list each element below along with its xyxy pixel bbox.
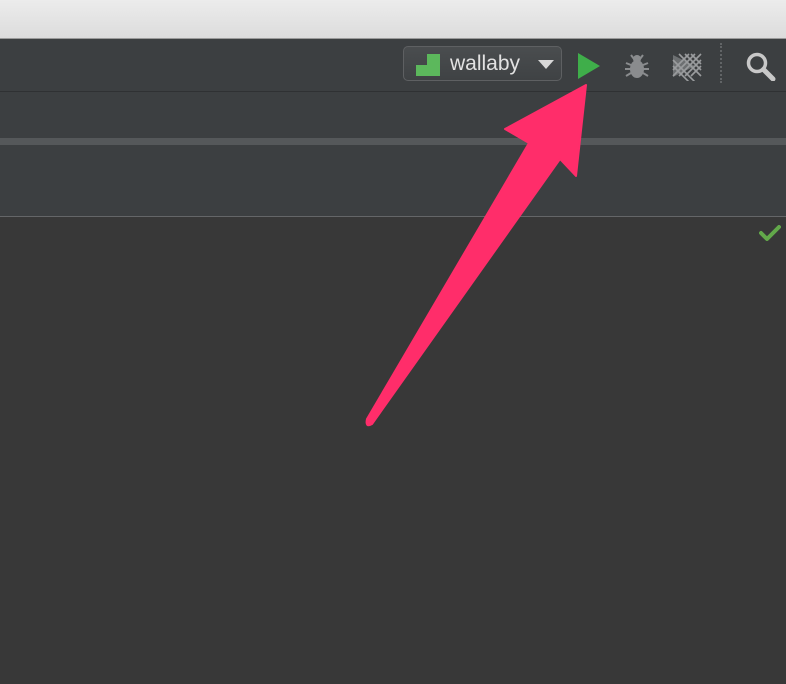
run-with-coverage-button[interactable] <box>671 51 703 81</box>
run-button[interactable] <box>577 53 601 79</box>
wallaby-logo-icon <box>416 54 440 76</box>
panel-divider <box>0 138 786 145</box>
search-button[interactable] <box>745 51 777 81</box>
editor-tab-strip <box>0 145 786 217</box>
run-configuration-label: wallaby <box>450 52 521 75</box>
navigation-bar <box>0 92 786 138</box>
window-title-bar <box>0 0 786 39</box>
check-icon <box>759 225 781 241</box>
run-configuration-selector[interactable]: wallaby <box>403 46 562 81</box>
main-toolbar: wallaby <box>0 39 786 92</box>
toolbar-separator <box>720 43 722 83</box>
editor-area[interactable] <box>0 217 786 684</box>
debug-button[interactable] <box>621 51 653 81</box>
chevron-down-icon <box>538 60 554 69</box>
